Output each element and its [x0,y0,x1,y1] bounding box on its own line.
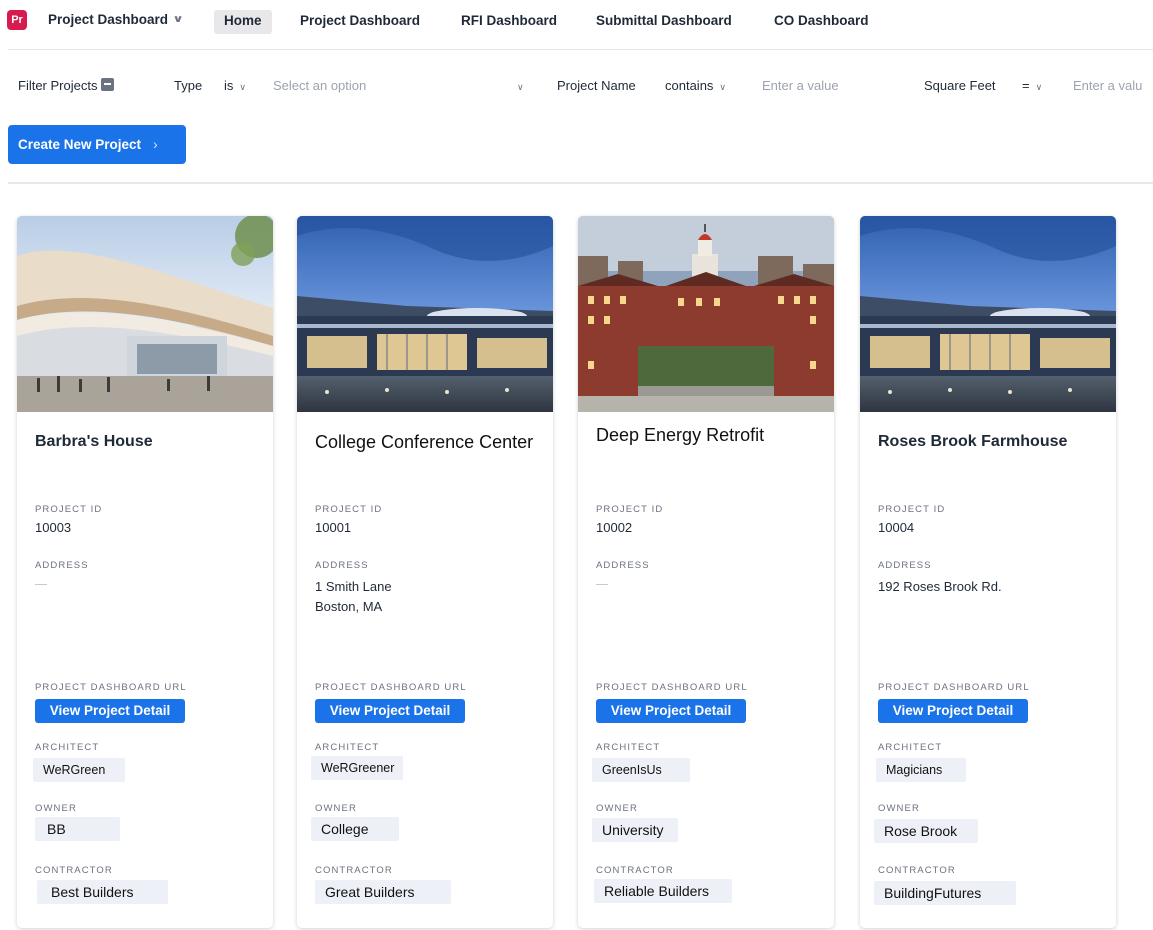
filter-bar: Filter Projects Type is ∨ Select an optio… [0,70,1153,102]
project-title[interactable]: Barbra's House [35,432,255,452]
owner-value: College [311,817,399,841]
owner-label: OWNER [878,803,920,814]
project-name-input[interactable]: Enter a value [762,78,839,93]
project-id-value: 10001 [315,520,352,535]
view-project-detail-button[interactable]: View Project Detail [315,699,465,723]
contractor-value: Best Builders [37,880,168,904]
dashboard-url-label: PROJECT DASHBOARD URL [596,682,748,693]
dashboard-url-label: PROJECT DASHBOARD URL [878,682,1030,693]
address-line-2: Boston, MA [315,599,383,614]
project-name-operator-select[interactable]: contains ∨ [665,78,726,93]
type-value-select[interactable]: Select an option [273,78,366,93]
address-label: ADDRESS [35,560,89,571]
tab-home[interactable]: Home [214,10,272,34]
create-new-project-button[interactable]: Create New Project › [8,125,186,164]
tab-project-dashboard[interactable]: Project Dashboard [290,10,430,34]
project-image [578,216,834,412]
project-id-label: PROJECT ID [878,504,946,515]
chevron-down-icon: ∨ [719,82,727,92]
chevron-right-icon: › [153,137,158,152]
dashboard-url-label: PROJECT DASHBOARD URL [315,682,467,693]
dashboard-url-label: PROJECT DASHBOARD URL [35,682,187,693]
chevron-down-icon: ∨ [1035,82,1043,92]
modern-curved-building-image [17,216,273,412]
conference-center-image [860,216,1116,412]
architect-value: WeRGreener [311,756,403,780]
chevron-down-icon: ∨ [239,82,246,92]
app-logo: Pr [7,10,27,30]
owner-value: BB [35,817,120,841]
address-line-1: 192 Roses Brook Rd. [878,579,1002,594]
owner-value: Rose Brook [874,819,978,843]
project-id-label: PROJECT ID [315,504,383,515]
project-image [17,216,273,412]
square-feet-operator-select[interactable]: = ∨ [1022,78,1042,93]
project-card[interactable]: Barbra's House PROJECT ID 10003 ADDRESS … [17,216,273,928]
owner-label: OWNER [35,803,77,814]
project-card[interactable]: Roses Brook Farmhouse PROJECT ID 10004 A… [860,216,1116,928]
address-line-1: 1 Smith Lane [315,579,392,594]
view-project-detail-button[interactable]: View Project Detail [878,699,1028,723]
owner-label: OWNER [315,803,357,814]
square-feet-filter-label: Square Feet [924,78,996,93]
contractor-value: Reliable Builders [594,879,732,903]
empty-address-value [596,584,608,585]
project-id-value: 10004 [878,520,915,535]
architect-label: ARCHITECT [35,742,100,753]
architect-label: ARCHITECT [315,742,380,753]
app-switcher-label: Project Dashboard [48,12,169,27]
app-switcher[interactable]: Project Dashboard ∨ [48,12,184,27]
address-label: ADDRESS [596,560,650,571]
project-name-filter-label: Project Name [557,78,636,93]
type-filter-label: Type [174,78,203,93]
chevron-down-icon[interactable]: ∨ [517,78,524,93]
nav-divider [8,49,1153,50]
address-label: ADDRESS [878,560,932,571]
filter-toggle-icon[interactable] [101,78,115,91]
contractor-label: CONTRACTOR [878,865,956,876]
tab-co-dashboard[interactable]: CO Dashboard [764,10,879,34]
architect-label: ARCHITECT [878,742,943,753]
contractor-label: CONTRACTOR [315,865,393,876]
view-project-detail-button[interactable]: View Project Detail [596,699,746,723]
project-id-label: PROJECT ID [35,504,103,515]
project-image [860,216,1116,412]
project-id-label: PROJECT ID [596,504,664,515]
project-image [297,216,553,412]
project-id-value: 10003 [35,520,72,535]
contractor-label: CONTRACTOR [35,865,113,876]
chevron-down-icon: ∨ [172,14,184,25]
owner-value: University [592,818,678,842]
view-project-detail-button[interactable]: View Project Detail [35,699,185,723]
project-card[interactable]: Deep Energy Retrofit PROJECT ID 10002 AD… [578,216,834,928]
architect-value: WeRGreen [33,758,125,782]
project-id-value: 10002 [596,520,633,535]
empty-address-value [35,584,47,585]
project-title[interactable]: Deep Energy Retrofit [596,424,816,446]
project-card[interactable]: College Conference Center PROJECT ID 100… [297,216,553,928]
owner-label: OWNER [596,803,638,814]
top-nav: Pr Project Dashboard ∨ Home Project Dash… [0,0,1153,44]
type-operator-select[interactable]: is ∨ [224,78,246,93]
create-button-label: Create New Project [18,137,142,152]
project-title[interactable]: College Conference Center [315,431,535,453]
campus-brick-buildings-image [578,216,834,412]
filter-projects-label: Filter Projects [18,78,115,93]
contractor-label: CONTRACTOR [596,865,674,876]
contractor-value: BuildingFutures [874,881,1016,905]
architect-value: Magicians [876,758,966,782]
contractor-value: Great Builders [315,880,451,904]
project-title[interactable]: Roses Brook Farmhouse [878,432,1098,452]
square-feet-input[interactable]: Enter a valu [1073,78,1142,93]
tab-submittal-dashboard[interactable]: Submittal Dashboard [586,10,742,34]
architect-value: GreenIsUs [592,758,690,782]
conference-center-image [297,216,553,412]
tab-rfi-dashboard[interactable]: RFI Dashboard [451,10,567,34]
address-label: ADDRESS [315,560,369,571]
section-divider [8,182,1153,184]
architect-label: ARCHITECT [596,742,661,753]
